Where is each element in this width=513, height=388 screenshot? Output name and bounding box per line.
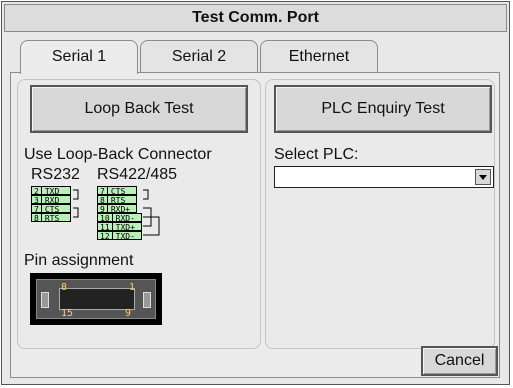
rs422-label: RS422/485 [97, 166, 178, 183]
rs422-loop-wire [143, 189, 160, 236]
plc-select-dropdown[interactable] [274, 166, 494, 188]
pin-label-top-right: 1 [129, 282, 136, 293]
chevron-down-icon[interactable] [475, 169, 491, 185]
rs422-pin-row: 9 RXD+ [97, 204, 142, 214]
tab-serial-1[interactable]: Serial 1 [20, 40, 138, 74]
pin-label-top-left: 8 [61, 282, 68, 293]
pin-label-bottom-left: 15 [61, 308, 74, 319]
loop-back-test-button[interactable]: Loop Back Test [30, 85, 248, 133]
rs232-pin-diagram: 2 TXD 3 RXD 7 CTS 8 RTS [31, 186, 79, 223]
rs422-pin-row: 11 TXD+ [97, 222, 142, 232]
connector-shell: 8 1 15 9 [36, 279, 156, 319]
pin-label-bottom-right: 9 [125, 308, 132, 319]
rs232-pin-row: 3 RXD [31, 195, 71, 205]
select-plc-label: Select PLC: [274, 146, 359, 163]
rs232-label: RS232 [31, 166, 80, 183]
rs232-loop-wire [73, 189, 79, 218]
connector-screw [41, 292, 49, 308]
tab-ethernet[interactable]: Ethernet [260, 40, 378, 72]
connector-screw [143, 292, 151, 308]
dialog-title: Test Comm. Port [4, 4, 507, 32]
rs422-pin-diagram: 7 CTS 8 RTS 9 RXD+ 10 RXD- 11 TXD+ 12 TXD- [97, 186, 160, 241]
rs422-pin-row: 12 TXD- [97, 231, 142, 241]
rs232-pin-row: 2 TXD [31, 186, 71, 196]
rs422-pin-row: 8 RTS [97, 195, 142, 205]
rs422-pin-row: 10 RXD- [97, 213, 142, 223]
db15-connector-image: 8 1 15 9 [30, 273, 162, 325]
rs232-pin-row: 8 RTS [31, 213, 71, 223]
connector-pins [59, 288, 135, 310]
plc-enquiry-test-button[interactable]: PLC Enquiry Test [274, 85, 492, 133]
rs422-pin-row: 7 CTS [97, 186, 142, 196]
rs232-pin-row: 7 CTS [31, 204, 71, 214]
cancel-button[interactable]: Cancel [421, 346, 498, 376]
loopback-connector-label: Use Loop-Back Connector [24, 146, 212, 163]
pin-assignment-label: Pin assignment [24, 252, 134, 269]
tab-serial-2[interactable]: Serial 2 [140, 40, 258, 72]
